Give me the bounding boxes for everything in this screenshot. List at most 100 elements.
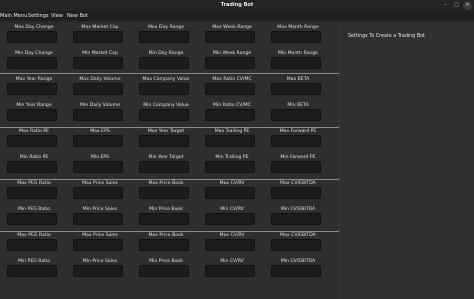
setting-input[interactable] <box>271 187 321 199</box>
setting-label: Max Year Target <box>147 129 185 134</box>
setting-input[interactable] <box>7 31 57 43</box>
setting-input[interactable] <box>271 239 321 251</box>
setting-input[interactable] <box>271 57 321 69</box>
menu-settings[interactable]: Settings <box>28 11 49 21</box>
section-divider <box>0 73 339 74</box>
setting-input[interactable] <box>271 135 321 147</box>
setting-label: Max Year Range <box>15 77 53 82</box>
setting-input[interactable] <box>7 265 57 277</box>
setting-input[interactable] <box>7 57 57 69</box>
setting-label: Min Forward PE <box>280 155 316 160</box>
setting-input[interactable] <box>139 239 189 251</box>
setting-input[interactable] <box>271 31 321 43</box>
setting-label: Min Month Range <box>277 51 319 56</box>
menu-main-menu[interactable]: Main Menu <box>0 11 27 21</box>
section-divider <box>0 127 339 128</box>
setting-input[interactable] <box>271 83 321 95</box>
setting-label: Max CV/RV <box>219 181 245 186</box>
setting-input[interactable] <box>7 109 57 121</box>
setting-input[interactable] <box>205 265 255 277</box>
setting-input[interactable] <box>205 57 255 69</box>
setting-input[interactable] <box>73 213 123 225</box>
setting-label: Min BETA <box>287 103 309 108</box>
setting-label: Min Day Range <box>148 51 184 56</box>
menu-bar: Main Menu Settings View New Bot <box>0 11 474 21</box>
setting-label: Min Day Change <box>15 51 53 56</box>
setting-label: Max PEG Ratio <box>17 233 51 238</box>
setting-input[interactable] <box>7 161 57 173</box>
setting-input[interactable] <box>271 265 321 277</box>
setting-input[interactable] <box>73 31 123 43</box>
setting-input[interactable] <box>7 135 57 147</box>
setting-input[interactable] <box>205 213 255 225</box>
setting-input[interactable] <box>205 187 255 199</box>
setting-label: Max Price Sales <box>82 181 118 186</box>
setting-input[interactable] <box>205 83 255 95</box>
setting-label: Min Price Book <box>149 207 183 212</box>
setting-input[interactable] <box>7 213 57 225</box>
setting-input[interactable] <box>139 135 189 147</box>
setting-label: Min Ratio PE <box>19 155 49 160</box>
setting-label: Min Price Sales <box>82 207 118 212</box>
setting-label: Max Day Range <box>147 25 185 30</box>
setting-input[interactable] <box>205 31 255 43</box>
setting-label: Min Price Sales <box>82 259 118 264</box>
setting-input[interactable] <box>139 161 189 173</box>
setting-label: Max Company Value <box>142 77 190 82</box>
setting-label: Max Ratio PE <box>19 129 49 134</box>
setting-input[interactable] <box>139 187 189 199</box>
setting-label: Max PEG Ratio <box>17 181 51 186</box>
setting-label: Max CV/RV <box>219 233 245 238</box>
setting-input[interactable] <box>205 109 255 121</box>
setting-input[interactable] <box>271 213 321 225</box>
setting-input[interactable] <box>271 109 321 121</box>
setting-input[interactable] <box>73 239 123 251</box>
menu-new-bot[interactable]: New Bot <box>67 11 88 21</box>
setting-label: Min CV/RV <box>220 207 244 212</box>
setting-label: Min EPS <box>90 155 110 160</box>
setting-input[interactable] <box>73 109 123 121</box>
setting-input[interactable] <box>73 265 123 277</box>
setting-label: Max Ratio CV/MC <box>212 77 252 82</box>
setting-input[interactable] <box>73 57 123 69</box>
setting-input[interactable] <box>139 265 189 277</box>
setting-input[interactable] <box>139 109 189 121</box>
setting-input[interactable] <box>7 83 57 95</box>
maximize-icon[interactable]: □ <box>452 1 461 10</box>
setting-input[interactable] <box>73 135 123 147</box>
setting-label: Max Forward PE <box>279 129 317 134</box>
setting-input[interactable] <box>271 161 321 173</box>
setting-label: Max Daily Volume <box>79 77 121 82</box>
setting-input[interactable] <box>7 239 57 251</box>
setting-label: Min PEG Ratio <box>17 259 51 264</box>
close-icon[interactable]: ✕ <box>463 1 472 10</box>
setting-input[interactable] <box>7 187 57 199</box>
setting-input[interactable] <box>205 135 255 147</box>
setting-input[interactable] <box>139 31 189 43</box>
setting-input[interactable] <box>205 239 255 251</box>
setting-label: Max CV/EBITDA <box>280 233 316 238</box>
setting-label: Max Week Range <box>212 25 252 30</box>
setting-input[interactable] <box>139 213 189 225</box>
setting-label: Max Price Book <box>148 233 184 238</box>
setting-label: Max CV/EBITDA <box>280 181 316 186</box>
setting-label: Min Daily Volume <box>80 103 120 108</box>
minimize-icon[interactable]: – <box>441 1 450 10</box>
setting-input[interactable] <box>139 57 189 69</box>
setting-label: Min Market Cap <box>82 51 118 56</box>
setting-label: Min Year Target <box>148 155 184 160</box>
setting-input[interactable] <box>139 83 189 95</box>
setting-input[interactable] <box>205 161 255 173</box>
setting-label: Min Year Range <box>16 103 52 108</box>
setting-label: Min PEG Ratio <box>17 207 51 212</box>
setting-input[interactable] <box>73 161 123 173</box>
setting-label: Min CV/EBITDA <box>280 259 316 264</box>
menu-view[interactable]: View <box>51 11 63 21</box>
setting-label: Min Company Value <box>143 103 189 108</box>
setting-label: Min CV/RV <box>220 259 244 264</box>
setting-label: Max Price Book <box>148 181 184 186</box>
setting-input[interactable] <box>73 187 123 199</box>
setting-label: Max Market Cap <box>81 25 119 30</box>
setting-input[interactable] <box>73 83 123 95</box>
settings-panel: Settings To Create a Trading Bot <box>339 23 474 299</box>
